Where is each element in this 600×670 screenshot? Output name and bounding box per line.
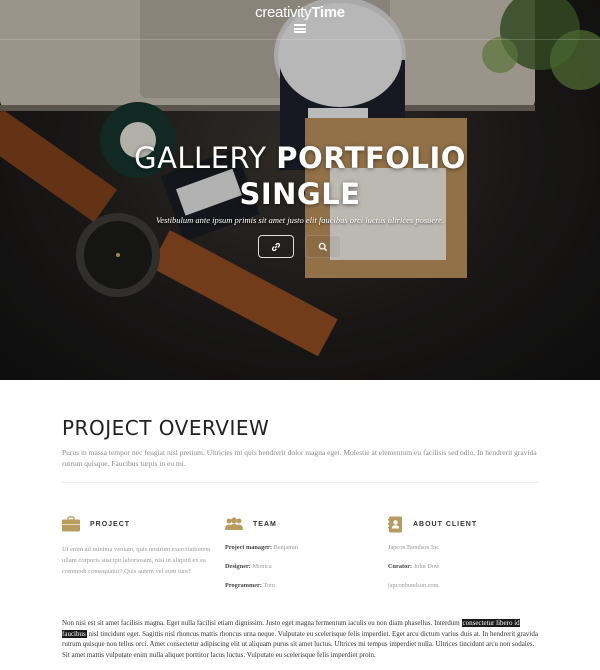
project-manager-value: Benjamin bbox=[273, 544, 298, 551]
nav-divider bbox=[0, 39, 600, 40]
body-text-before: Non nisi est sit amet facilisis magna. E… bbox=[62, 619, 462, 627]
team-title: TEAM bbox=[253, 520, 277, 528]
hero-title-light: GALLERY bbox=[134, 141, 267, 175]
hero-title: GALLERY PORTFOLIO SINGLE bbox=[0, 140, 600, 212]
team-icon bbox=[225, 517, 243, 530]
zoom-search-button[interactable] bbox=[305, 235, 341, 258]
hamburger-menu-icon[interactable] bbox=[294, 24, 306, 33]
project-body-text: Non nisi est sit amet facilisis magna. E… bbox=[62, 618, 540, 660]
site-logo[interactable]: creativityTime bbox=[0, 4, 600, 21]
client-website-link[interactable]: japconbundson.com bbox=[388, 581, 548, 591]
client-company: Japcon Bundson Inc bbox=[388, 544, 440, 551]
team-row-project-manager: Project manager: Benjamin bbox=[225, 543, 385, 553]
team-heading: TEAM bbox=[225, 514, 385, 534]
hero-subtitle: Vestibulum ante ipsum primis sit amet ju… bbox=[155, 215, 445, 225]
programmer-value: Tom bbox=[263, 582, 275, 589]
contact-book-icon bbox=[388, 516, 402, 532]
about-client-title: ABOUT CLIENT bbox=[413, 520, 478, 528]
project-overview-title: PROJECT OVERVIEW bbox=[62, 416, 270, 440]
logo-text-light: creativity bbox=[255, 4, 312, 21]
team-column: TEAM Project manager: Benjamin Designer:… bbox=[225, 514, 385, 591]
link-button[interactable] bbox=[258, 235, 294, 258]
project-heading: PROJECT bbox=[62, 514, 222, 534]
hero-title-bold-2: SINGLE bbox=[239, 177, 361, 211]
link-icon bbox=[271, 242, 281, 251]
designer-label: Designer: bbox=[225, 563, 251, 570]
project-column: PROJECT Ut enim ad minima veniam, quis n… bbox=[62, 514, 222, 577]
designer-value: Monica bbox=[252, 563, 272, 570]
project-title: PROJECT bbox=[90, 520, 131, 528]
project-overview-text: Purus in massa tempor nec feugiat nisl p… bbox=[62, 448, 537, 468]
logo-text-bold: Time bbox=[311, 4, 345, 21]
programmer-label: Programmer: bbox=[225, 582, 262, 589]
project-manager-label: Project manager: bbox=[225, 544, 272, 551]
curator-value: John Dow bbox=[413, 563, 440, 570]
client-column: ABOUT CLIENT Japcon Bundson Inc Curator:… bbox=[388, 514, 548, 591]
project-description: Ut enim ad minima veniam, quis nostrum e… bbox=[62, 546, 211, 575]
client-heading: ABOUT CLIENT bbox=[388, 514, 548, 534]
search-icon bbox=[318, 242, 328, 251]
client-curator-row: Curator: John Dow bbox=[388, 562, 548, 572]
briefcase-icon bbox=[62, 516, 80, 532]
hero-section: creativityTime GALLERY PORTFOLIO SINGLE … bbox=[0, 0, 600, 380]
hero-title-bold-1: PORTFOLIO bbox=[276, 141, 466, 175]
curator-label: Curator: bbox=[388, 563, 413, 570]
section-divider bbox=[62, 482, 538, 483]
team-row-programmer: Programmer: Tom bbox=[225, 581, 385, 591]
body-text-after: nisl tincidunt eget. Sagittis nisl rhonc… bbox=[62, 629, 538, 659]
team-row-designer: Designer: Monica bbox=[225, 562, 385, 572]
